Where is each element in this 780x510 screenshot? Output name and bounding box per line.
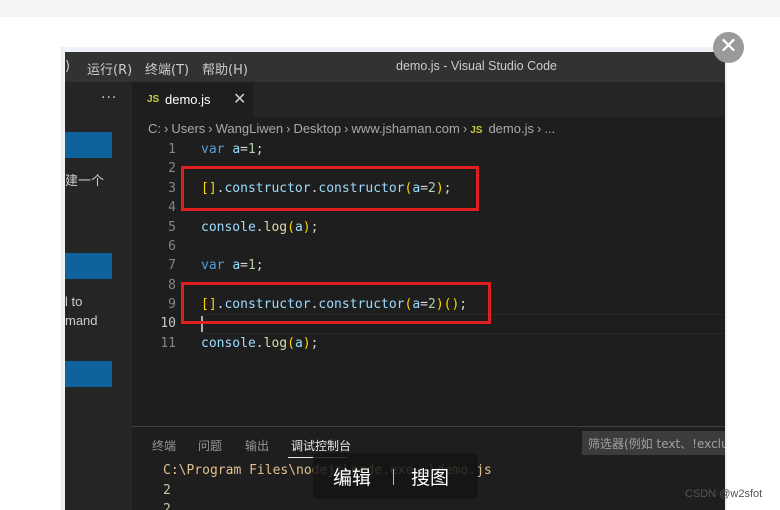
line-number: 6: [168, 239, 176, 254]
line-number: 9: [168, 297, 176, 312]
line-number: 8: [168, 278, 176, 293]
line-number: 1: [168, 142, 176, 157]
sidebar-text-2: l to: [65, 294, 83, 309]
breadcrumb-separator: ›: [344, 121, 349, 136]
line-number: 4: [168, 200, 176, 215]
tab-demo-js[interactable]: JS demo.js ✕: [132, 82, 253, 117]
breadcrumb-separator: ›: [536, 121, 542, 136]
image-action-overlay: 编辑 搜图: [313, 453, 478, 499]
line-number: 7: [168, 258, 176, 273]
panel-tab-debug-console[interactable]: 调试控制台: [291, 437, 351, 454]
breadcrumb-item[interactable]: Desktop: [293, 121, 341, 136]
watermark: CSDN @w2sfot: [685, 488, 763, 500]
breadcrumb-item[interactable]: www.jshaman.com: [351, 121, 459, 136]
menu-item-terminal[interactable]: 终端(T): [145, 59, 189, 78]
highlight-box-line-3: [181, 166, 479, 211]
more-actions-icon[interactable]: ···: [101, 90, 117, 106]
breadcrumb-file[interactable]: demo.js: [488, 121, 534, 136]
highlight-box-line-9: [181, 282, 491, 324]
breadcrumb-separator: ›: [164, 121, 169, 136]
overlay-divider: [393, 469, 394, 485]
breadcrumb-separator: ›: [208, 121, 213, 136]
tab-label: demo.js: [165, 92, 211, 107]
search-image-button[interactable]: 搜图: [411, 463, 449, 490]
window-title: demo.js - Visual Studio Code: [396, 59, 557, 73]
menu-item-partial[interactable]: ): [65, 59, 70, 74]
breadcrumb-more[interactable]: ...: [544, 121, 555, 136]
console-output-value: 2: [163, 502, 171, 510]
js-file-icon: JS: [470, 125, 483, 136]
code-line-11: console.log(a);: [201, 336, 319, 351]
breadcrumb-item[interactable]: C:: [148, 121, 161, 136]
vscode-window: ) 运行(R) 终端(T) 帮助(H) demo.js - Visual Stu…: [65, 52, 725, 510]
tab-close-icon[interactable]: ✕: [233, 89, 246, 108]
panel-tab-terminal[interactable]: 终端: [152, 437, 176, 454]
menu-item-run[interactable]: 运行(R): [87, 59, 132, 78]
sidebar-button-1[interactable]: [65, 132, 112, 158]
line-number: 11: [160, 336, 176, 351]
panel-tab-output[interactable]: 输出: [245, 437, 269, 454]
title-bar: ) 运行(R) 终端(T) 帮助(H) demo.js - Visual Stu…: [65, 52, 725, 82]
breadcrumb-item[interactable]: Users: [171, 121, 205, 136]
breadcrumb-separator: ›: [462, 121, 468, 136]
sidebar-text-1: 建一个: [65, 173, 105, 188]
close-icon[interactable]: ✕: [713, 32, 744, 63]
menu-item-help[interactable]: 帮助(H): [202, 59, 248, 78]
js-file-icon: JS: [147, 94, 160, 105]
console-output-value: 2: [163, 483, 171, 498]
sidebar-button-3[interactable]: [65, 361, 112, 387]
panel-tab-problems[interactable]: 问题: [198, 437, 222, 454]
code-line-7: var a=1;: [201, 258, 264, 273]
line-number-active: 10: [160, 316, 176, 331]
code-line-1: var a=1;: [201, 142, 264, 157]
code-line-5: console.log(a);: [201, 220, 319, 235]
tab-bar: JS demo.js ✕: [132, 82, 725, 117]
sidebar: ··· 建一个 l to mand: [65, 82, 132, 510]
breadcrumb: C: › Users › WangLiwen › Desktop › www.jshaman.c…: [148, 121, 555, 136]
line-number: 5: [168, 220, 176, 235]
edit-button[interactable]: 编辑: [333, 463, 371, 490]
line-number: 2: [168, 161, 176, 176]
breadcrumb-separator: ›: [286, 121, 291, 136]
sidebar-button-2[interactable]: [65, 253, 112, 279]
line-number: 3: [168, 181, 176, 196]
breadcrumb-item[interactable]: WangLiwen: [216, 121, 283, 136]
sidebar-text-3: mand: [65, 313, 98, 328]
top-strip: [0, 0, 780, 17]
filter-input[interactable]: 筛选器(例如 text、!exclude): [582, 431, 725, 455]
